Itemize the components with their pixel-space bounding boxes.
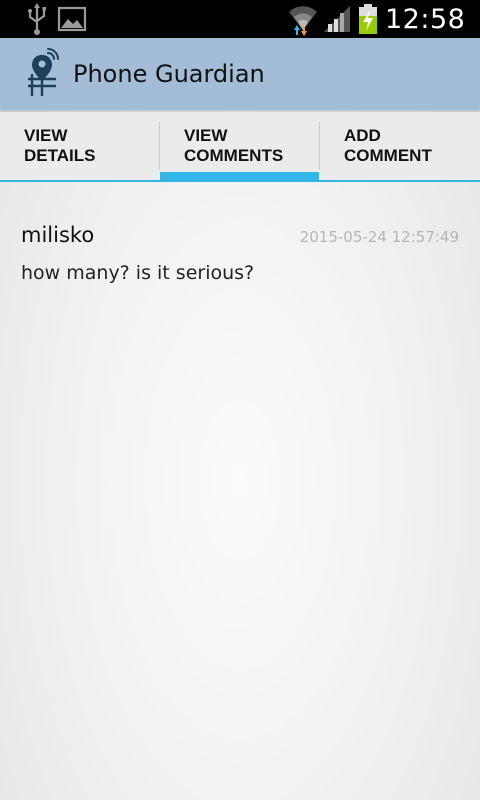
comment-list-item[interactable]: milisko 2015-05-24 12:57:49 how many? is…	[0, 205, 480, 305]
tab-add-comment[interactable]: ADD COMMENT	[320, 112, 480, 180]
selected-tab-indicator	[160, 172, 319, 180]
app-title: Phone Guardian	[73, 60, 265, 88]
comment-date: 2015-05-24 12:57:49	[299, 228, 459, 246]
tab-label: VIEW DETAILS	[24, 126, 96, 165]
phone-guardian-logo-icon[interactable]	[22, 48, 62, 98]
tab-view-details[interactable]: VIEW DETAILS	[0, 112, 160, 180]
tab-label: ADD COMMENT	[344, 126, 432, 165]
battery-charging-icon	[359, 4, 377, 34]
usb-icon	[28, 3, 46, 35]
comment-author: milisko	[21, 223, 95, 247]
status-time: 12:58	[385, 4, 466, 35]
action-bar: Phone Guardian	[0, 38, 480, 110]
tab-view-comments[interactable]: VIEW COMMENTS	[160, 112, 320, 180]
signal-icon	[324, 6, 350, 32]
wifi-icon	[289, 6, 317, 36]
status-bar: 12:58	[0, 0, 480, 38]
tab-bar: VIEW DETAILS VIEW COMMENTS ADD COMMENT	[0, 112, 480, 182]
comment-text: how many? is it serious?	[21, 262, 255, 284]
tab-label: VIEW COMMENTS	[184, 126, 284, 165]
image-icon	[57, 6, 87, 32]
